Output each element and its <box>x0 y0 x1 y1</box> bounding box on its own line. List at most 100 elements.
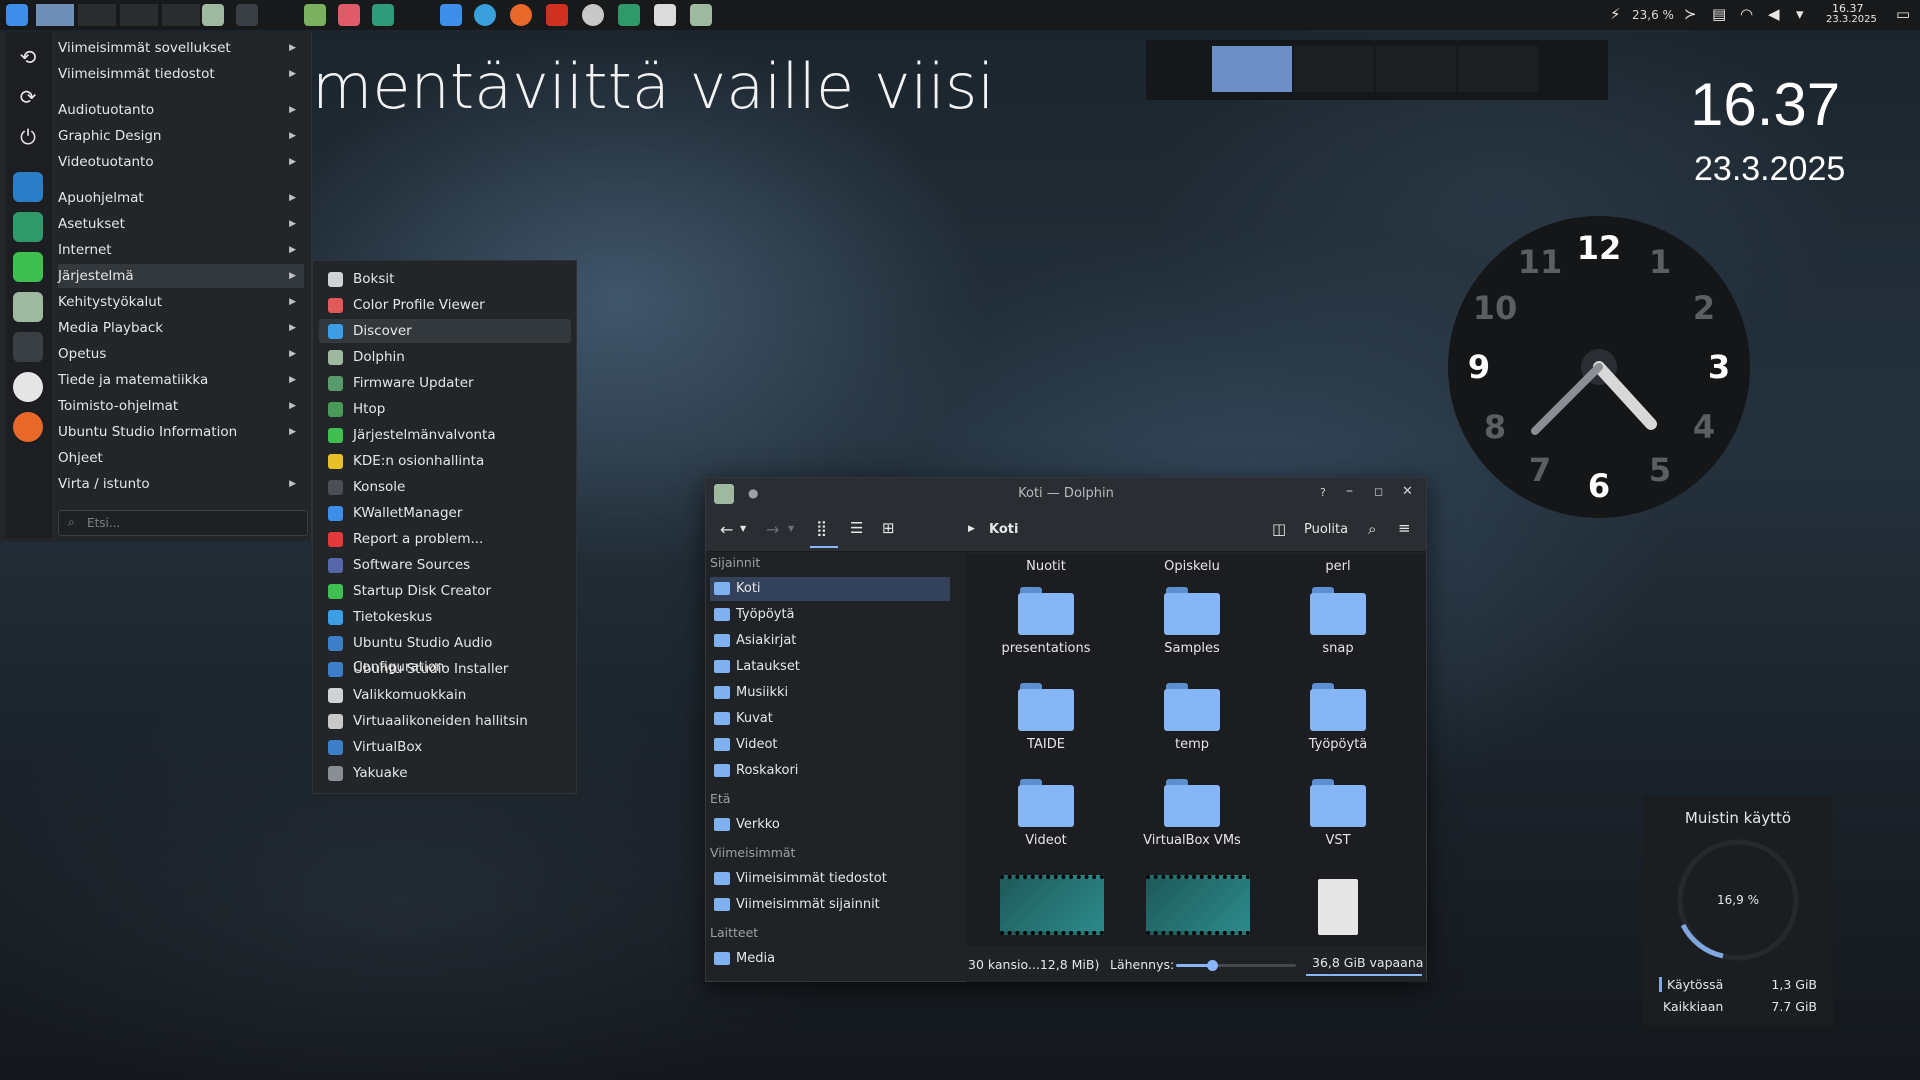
desktop-pager-cell-2[interactable] <box>1294 46 1374 92</box>
search-icon[interactable]: ⌕ <box>1368 520 1376 538</box>
folder-item[interactable]: VST <box>1278 779 1398 848</box>
hamburger-menu-icon[interactable]: ≡ <box>1398 519 1411 537</box>
folder-item[interactable]: Työpöytä <box>1278 683 1398 752</box>
ardour-icon[interactable] <box>546 4 568 26</box>
telegram-icon[interactable] <box>474 4 496 26</box>
place-item-7[interactable]: Roskakori <box>710 759 950 783</box>
power-icon[interactable]: ⏻ <box>13 122 43 152</box>
submenu-item-yakuake[interactable]: Yakuake <box>319 761 571 785</box>
folder-item[interactable]: Videot <box>986 779 1106 848</box>
category-help[interactable]: Ohjeet <box>58 446 304 470</box>
discover-icon[interactable] <box>13 172 43 202</box>
dolphin-icon[interactable] <box>202 4 224 26</box>
media-player-icon[interactable] <box>654 4 676 26</box>
close-icon[interactable]: ✕ <box>1402 484 1413 499</box>
tree-view-icon[interactable]: ⊞ <box>882 519 895 537</box>
back-dropdown-icon[interactable]: ▼ <box>740 524 746 533</box>
category-audio[interactable]: Audiotuotanto ▶ <box>58 98 304 122</box>
category-development[interactable]: Kehitystyökalut ▶ <box>58 290 304 314</box>
pager-desktop-1[interactable] <box>36 4 74 26</box>
submenu-item-audio-configuration[interactable]: Ubuntu Studio Audio Configuration <box>319 631 571 675</box>
folder-item[interactable]: VirtualBox VMs <box>1132 779 1252 848</box>
submenu-item-report-problem[interactable]: Report a problem... <box>319 527 571 551</box>
submenu-item-system-monitor[interactable]: Järjestelmänvalvonta <box>319 423 571 447</box>
category-power-session[interactable]: Virta / istunto ▶ <box>58 472 304 496</box>
submenu-item-studio-installer[interactable]: Ubuntu Studio Installer <box>319 657 571 681</box>
folder-item[interactable]: TAIDE <box>986 683 1106 752</box>
video-thumbnail[interactable] <box>1000 875 1104 935</box>
document-icon[interactable] <box>1318 879 1358 935</box>
launcher-search-input[interactable]: Etsi... <box>58 510 308 536</box>
forward-arrow-icon[interactable]: → <box>766 520 779 539</box>
category-graphic-design[interactable]: Graphic Design ▶ <box>58 124 304 148</box>
submenu-item-virt-manager[interactable]: Virtuaalikoneiden hallitsin <box>319 709 571 733</box>
pager-desktop-2[interactable] <box>78 4 116 26</box>
place-item-3[interactable]: Lataukset <box>710 655 950 679</box>
free-space[interactable]: 36,8 GiB vapaana <box>1312 955 1423 970</box>
system-monitor-icon[interactable] <box>13 252 43 282</box>
screenshot-icon[interactable] <box>338 4 360 26</box>
folder-item[interactable]: temp <box>1132 683 1252 752</box>
category-science[interactable]: Tiede ja matematiikka ▶ <box>58 368 304 392</box>
zoom-slider-handle[interactable] <box>1207 960 1218 971</box>
audio-waveform-icon[interactable] <box>440 4 462 26</box>
terminal-icon[interactable]: ≻ <box>1684 5 1697 23</box>
category-media-playback[interactable]: Media Playback ▶ <box>58 316 304 340</box>
calculator-icon[interactable] <box>304 4 326 26</box>
submenu-item-kwalletmanager[interactable]: KWalletManager <box>319 501 571 525</box>
carla-icon[interactable] <box>13 212 43 242</box>
category-settings[interactable]: Asetukset ▶ <box>58 212 304 236</box>
device-item-0[interactable]: Media <box>710 947 950 971</box>
submenu-item-virtualbox[interactable]: VirtualBox <box>319 735 571 759</box>
category-system[interactable]: Järjestelmä ▶ <box>58 264 304 288</box>
place-item-2[interactable]: Asiakirjat <box>710 629 950 653</box>
file-item-label[interactable]: Opiskelu <box>1132 559 1252 574</box>
submenu-item-dolphin[interactable]: Dolphin <box>319 345 571 369</box>
refresh-icon[interactable]: ⟳ <box>13 82 43 112</box>
maximize-icon[interactable]: ◻ <box>1374 485 1383 498</box>
restart-icon[interactable]: ⟲ <box>13 42 43 72</box>
remote-item-0[interactable]: Verkko <box>710 813 950 837</box>
battery-icon[interactable]: ⚡ <box>1610 5 1621 23</box>
application-launcher-icon[interactable] <box>6 4 28 26</box>
submenu-item-partition-manager[interactable]: KDE:n osionhallinta <box>319 449 571 473</box>
recent-item-1[interactable]: Viimeisimmät sijainnit <box>710 893 950 917</box>
tray-expand-icon[interactable]: ▾ <box>1796 5 1804 23</box>
details-view-icon[interactable]: ☰ <box>850 519 863 537</box>
forward-dropdown-icon[interactable]: ▼ <box>788 524 794 533</box>
obs-icon[interactable] <box>582 4 604 26</box>
video-thumbnail[interactable] <box>1146 875 1250 935</box>
submenu-item-software-sources[interactable]: Software Sources <box>319 553 571 577</box>
submenu-item-boksit[interactable]: Boksit <box>319 267 571 291</box>
show-desktop-icon[interactable]: ▭ <box>1896 5 1910 23</box>
category-utilities[interactable]: Apuohjelmat ▶ <box>58 186 304 210</box>
back-arrow-icon[interactable]: ← <box>720 520 733 539</box>
firefox-icon[interactable] <box>13 412 43 442</box>
category-ubuntu-studio-info[interactable]: Ubuntu Studio Information ▶ <box>58 420 304 444</box>
recent-item-0[interactable]: Viimeisimmät tiedostot <box>710 867 950 891</box>
help-icon[interactable]: ? <box>1320 486 1326 499</box>
folder-item[interactable]: snap <box>1278 587 1398 656</box>
folder-item[interactable]: Samples <box>1132 587 1252 656</box>
zoom-slider[interactable] <box>1176 960 1296 971</box>
split-view-icon[interactable]: ◫ <box>1272 520 1286 538</box>
submenu-item-konsole[interactable]: Konsole <box>319 475 571 499</box>
place-item-4[interactable]: Musiikki <box>710 681 950 705</box>
panel-clock-date[interactable]: 23.3.2025 <box>1826 14 1877 25</box>
submenu-item-firmware-updater[interactable]: Firmware Updater <box>319 371 571 395</box>
clipboard-icon[interactable]: ▤ <box>1712 5 1726 23</box>
submenu-item-color-profile-viewer[interactable]: Color Profile Viewer <box>319 293 571 317</box>
category-education[interactable]: Opetus ▶ <box>58 342 304 366</box>
desktop-pager-cell-3[interactable] <box>1376 46 1456 92</box>
desktop-pager-cell-4[interactable] <box>1458 46 1538 92</box>
konsole-icon[interactable] <box>236 4 258 26</box>
desktop-pager-cell-1[interactable] <box>1212 46 1292 92</box>
place-item-5[interactable]: Kuvat <box>710 707 950 731</box>
wifi-icon[interactable]: ◠ <box>1740 5 1753 23</box>
carla-icon[interactable] <box>618 4 640 26</box>
window-titlebar[interactable]: ● Koti — Dolphin ? – ◻ ✕ <box>706 478 1426 510</box>
file-item-label[interactable]: perl <box>1278 559 1398 574</box>
submenu-item-menu-editor[interactable]: Valikkomuokkain <box>319 683 571 707</box>
split-view-button[interactable]: Puolita <box>1304 522 1348 537</box>
category-video[interactable]: Videotuotanto ▶ <box>58 150 304 174</box>
